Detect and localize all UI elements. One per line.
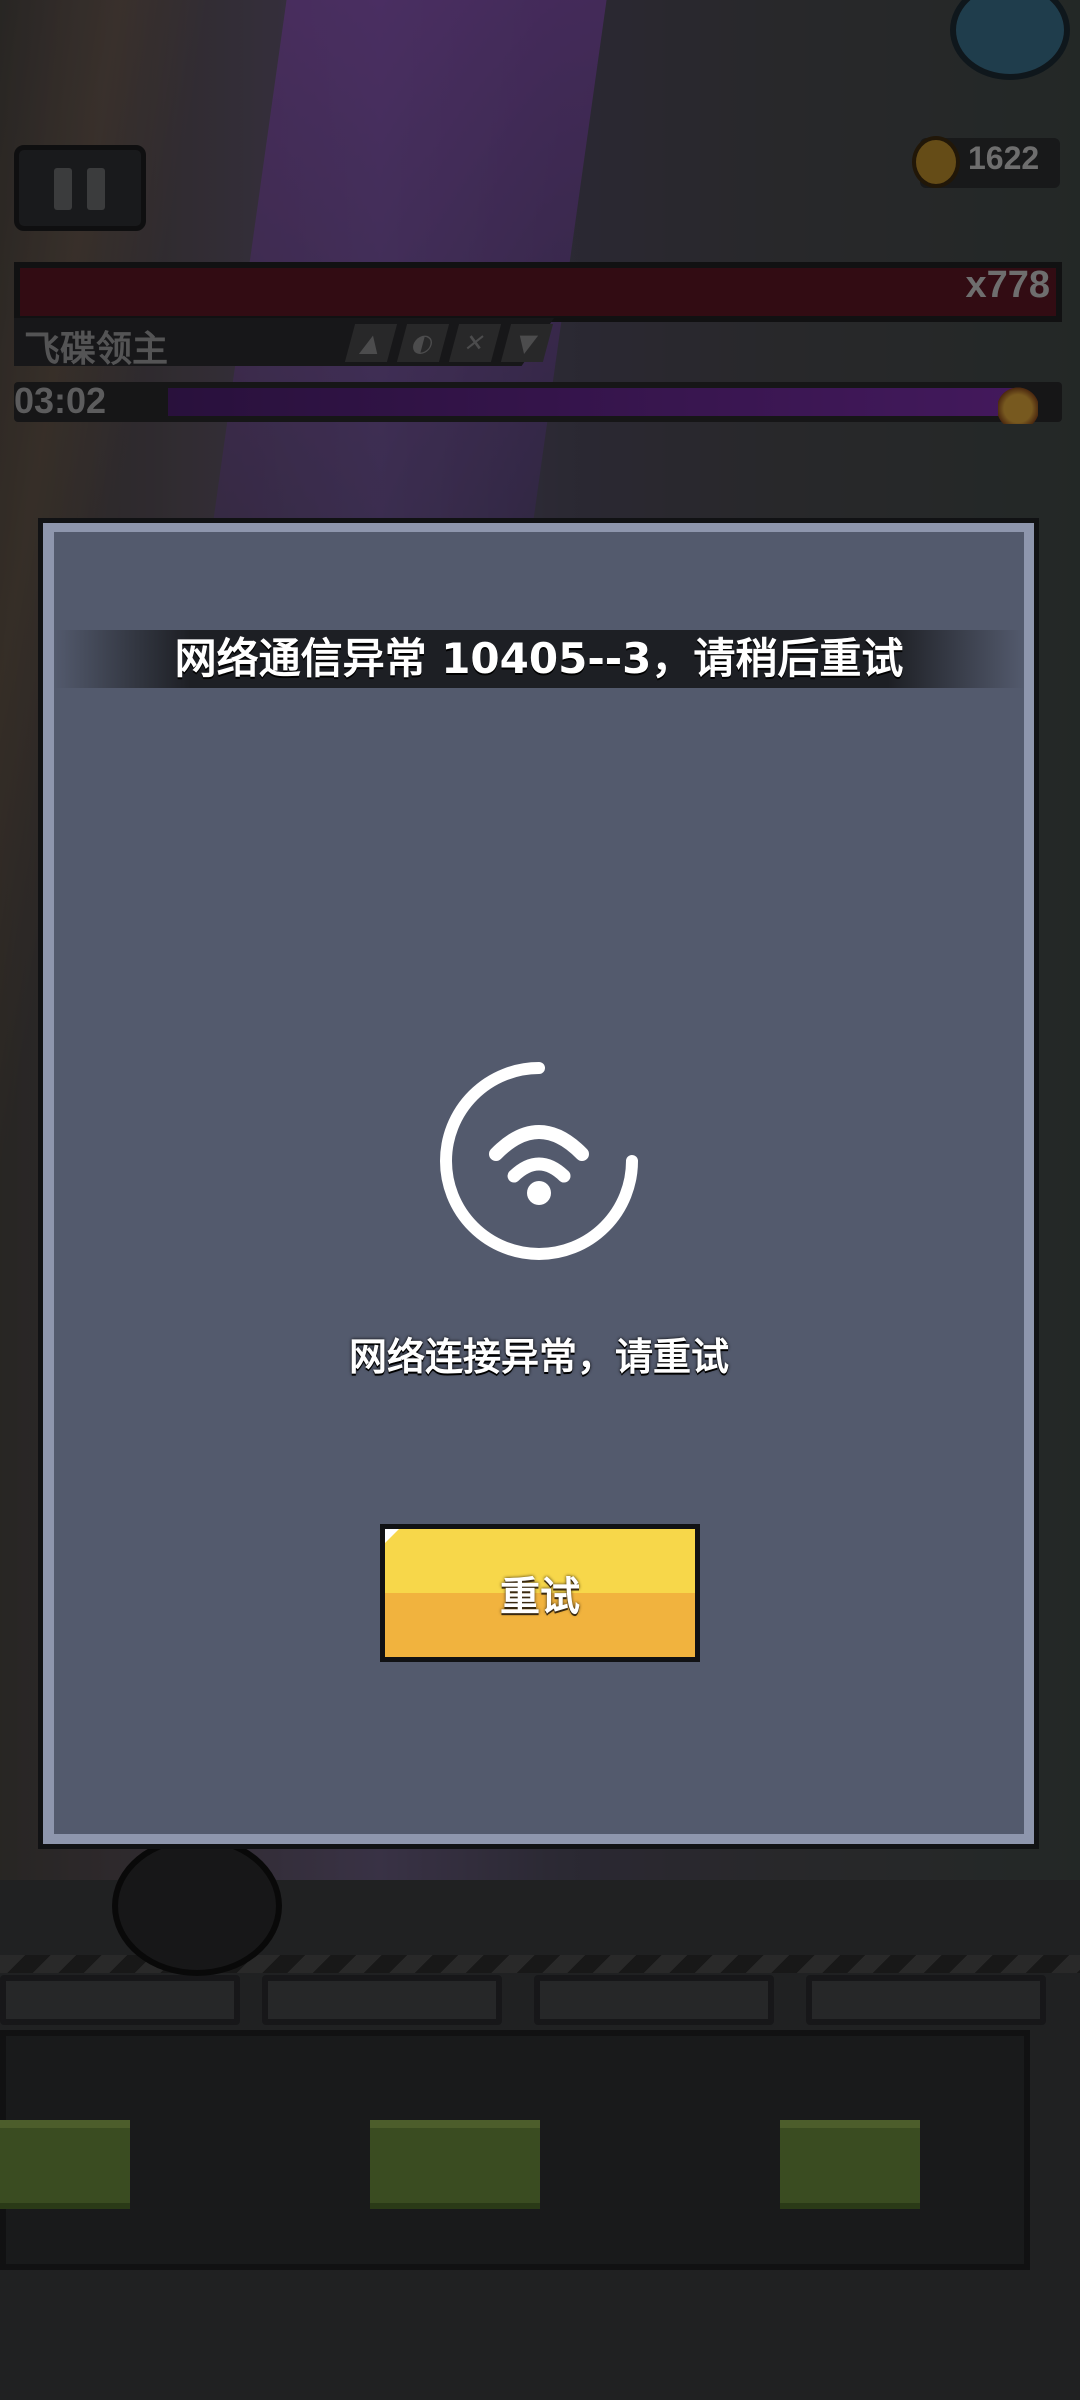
- retry-button[interactable]: 重试: [380, 1524, 700, 1662]
- retry-button-label: 重试: [500, 1574, 580, 1620]
- connection-status-text: 网络连接异常，请重试: [348, 1335, 729, 1379]
- wifi-loading-icon: [440, 1062, 638, 1260]
- dialog-title: 网络通信异常 10405--3，请稍后重试: [174, 634, 904, 683]
